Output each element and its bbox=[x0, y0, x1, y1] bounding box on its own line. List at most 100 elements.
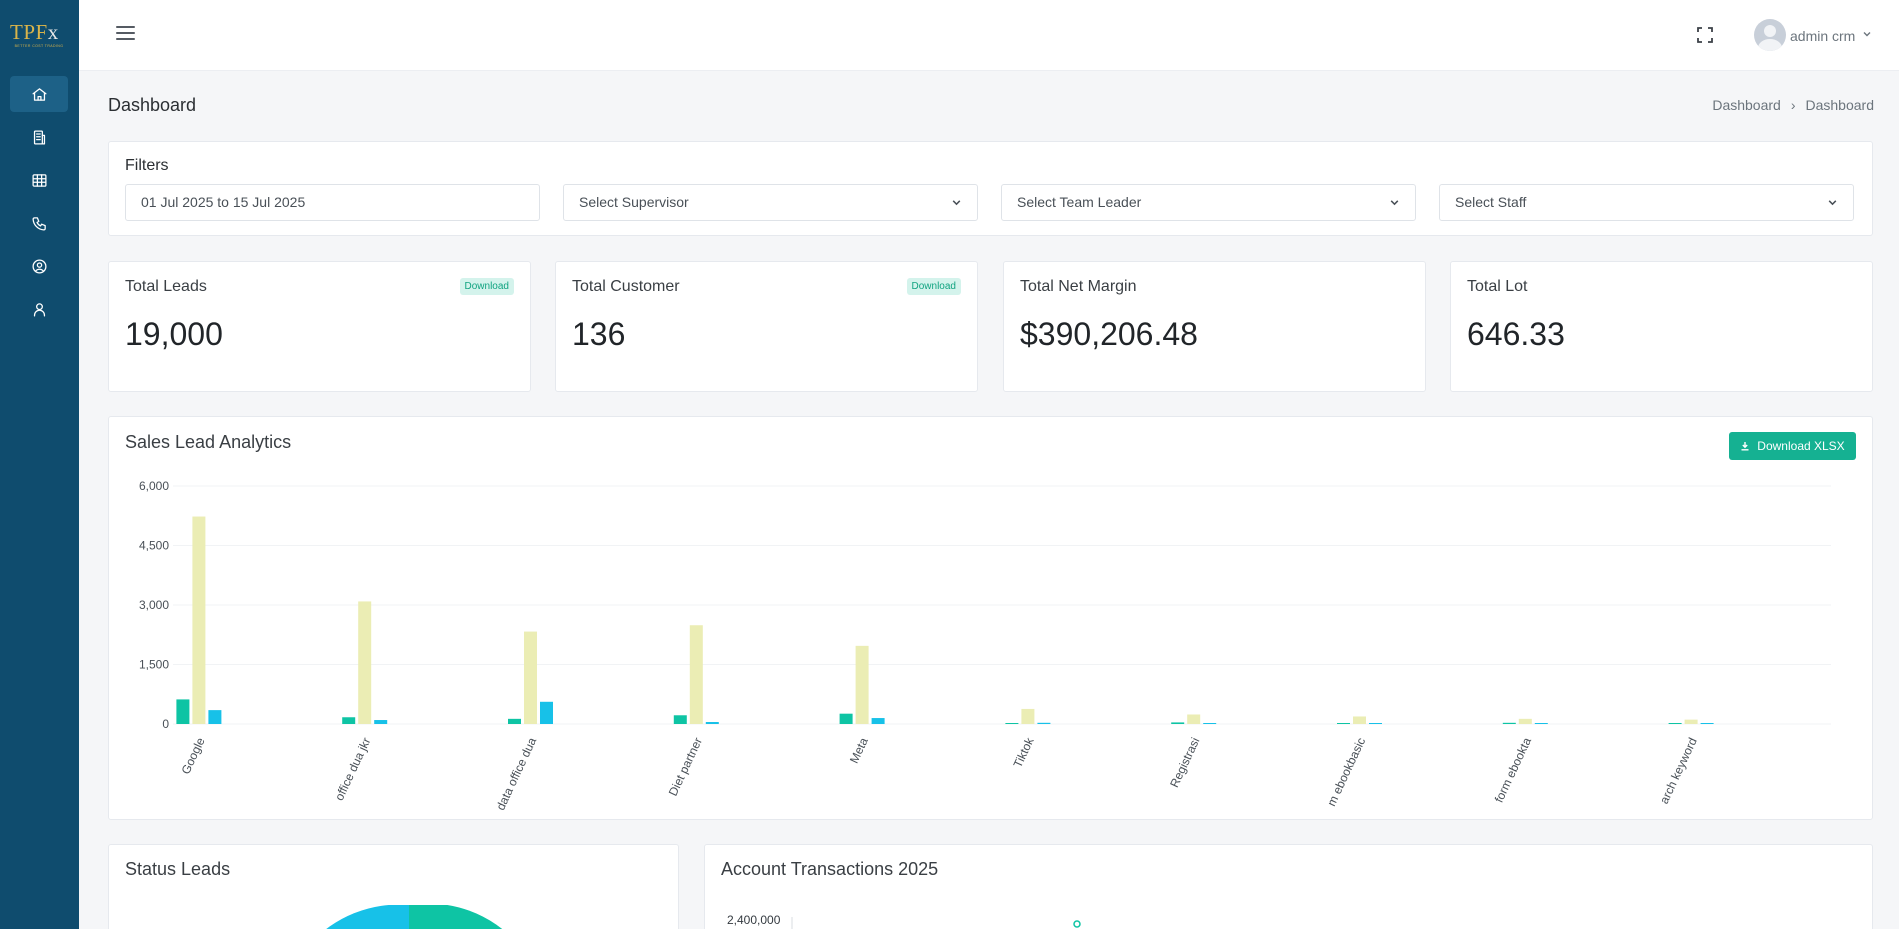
y-tick-label: 3,000 bbox=[139, 598, 169, 612]
bar bbox=[524, 631, 537, 724]
bar bbox=[1534, 723, 1548, 724]
bar bbox=[705, 722, 719, 724]
bar bbox=[1337, 723, 1350, 724]
menu-toggle-icon[interactable] bbox=[116, 26, 136, 44]
phone-icon bbox=[31, 216, 46, 231]
chevron-down-icon bbox=[1828, 200, 1837, 206]
supervisor-select[interactable]: Select Supervisor bbox=[563, 184, 978, 221]
sales-lead-chart: 0 1,500 3,000 4,500 6,000 Google office dua jk… bbox=[139, 479, 1831, 812]
download-badge[interactable]: Download bbox=[906, 278, 961, 295]
stat-card-total-leads: Total Leads Download 19,000 bbox=[108, 261, 531, 392]
breadcrumb: Dashboard › Dashboard bbox=[1712, 97, 1874, 113]
bar bbox=[508, 718, 521, 724]
stat-value: 646.33 bbox=[1467, 316, 1565, 352]
x-tick-label: arch keyword bbox=[1657, 735, 1700, 806]
bar bbox=[1700, 723, 1714, 724]
download-badge[interactable]: Download bbox=[459, 278, 514, 295]
user-circle-icon bbox=[31, 258, 47, 274]
x-tick-label: Meta bbox=[847, 735, 871, 765]
x-tick-label: form ebookta bbox=[1492, 735, 1534, 805]
bar bbox=[540, 701, 553, 724]
bar bbox=[855, 645, 869, 724]
bar bbox=[192, 516, 206, 724]
sidebar: TPFx BETTER COST TRADING bbox=[0, 0, 79, 929]
stat-value: $390,206.48 bbox=[1020, 316, 1198, 352]
y-tick-label: 0 bbox=[162, 717, 169, 731]
stat-card-total-lot: Total Lot 646.33 bbox=[1450, 261, 1873, 392]
chevron-down-icon bbox=[1390, 200, 1399, 206]
team-leader-select[interactable]: Select Team Leader bbox=[1001, 184, 1416, 221]
donut-segment-teal bbox=[409, 905, 503, 929]
y-tick-label: 4,500 bbox=[139, 539, 169, 553]
x-tick-label: m ebookbasic bbox=[1324, 735, 1368, 808]
sidebar-item-grid[interactable] bbox=[10, 162, 68, 198]
bar bbox=[1518, 718, 1532, 724]
topbar: admin crm bbox=[79, 0, 1899, 71]
sidebar-item-phone[interactable] bbox=[10, 205, 68, 241]
chevron-down-icon[interactable] bbox=[1862, 29, 1872, 39]
y-tick-label: 1,500 bbox=[139, 658, 169, 672]
account-transactions-card: Account Transactions 2025 2,400,000 bbox=[704, 844, 1873, 929]
home-icon bbox=[31, 87, 47, 101]
sidebar-item-users[interactable] bbox=[10, 291, 68, 327]
bar bbox=[1187, 714, 1201, 724]
x-tick-label: Diet partner bbox=[666, 735, 705, 798]
avatar[interactable] bbox=[1754, 19, 1786, 51]
bar bbox=[1005, 723, 1019, 724]
sidebar-item-home[interactable] bbox=[10, 76, 68, 112]
chevron-down-icon bbox=[952, 200, 961, 206]
bar bbox=[208, 710, 222, 724]
date-range-input[interactable]: 01 Jul 2025 to 15 Jul 2025 bbox=[125, 184, 540, 221]
stat-title: Total Lot bbox=[1467, 278, 1528, 295]
bar bbox=[374, 720, 388, 724]
stat-card-total-net-margin: Total Net Margin $390,206.48 bbox=[1003, 261, 1426, 392]
bar bbox=[358, 601, 372, 724]
account-transactions-chart bbox=[791, 917, 1081, 929]
bar bbox=[839, 713, 853, 724]
bar bbox=[1369, 723, 1382, 724]
supervisor-select-placeholder: Select Supervisor bbox=[579, 194, 689, 210]
bar bbox=[871, 718, 885, 724]
brand-logo[interactable]: TPFx BETTER COST TRADING bbox=[10, 22, 68, 49]
building-icon bbox=[33, 129, 45, 145]
status-leads-title: Status Leads bbox=[125, 859, 231, 879]
staff-select-placeholder: Select Staff bbox=[1455, 194, 1527, 210]
stat-title: Total Net Margin bbox=[1020, 278, 1137, 295]
bar bbox=[176, 699, 190, 724]
staff-select[interactable]: Select Staff bbox=[1439, 184, 1854, 221]
x-tick-label: office dua jkr bbox=[332, 735, 373, 802]
x-tick-label: Tiktok bbox=[1011, 734, 1037, 769]
sidebar-item-account[interactable] bbox=[10, 248, 68, 284]
team-leader-select-placeholder: Select Team Leader bbox=[1017, 194, 1142, 210]
page-title: Dashboard bbox=[108, 95, 197, 115]
user-icon bbox=[33, 302, 45, 317]
x-tick-label: data office dua bbox=[493, 735, 539, 812]
x-tick-label: Google bbox=[179, 735, 208, 776]
breadcrumb-current: Dashboard bbox=[1805, 97, 1875, 113]
bar bbox=[1502, 722, 1516, 724]
bar bbox=[689, 625, 703, 724]
stat-value: 19,000 bbox=[125, 316, 223, 352]
bar bbox=[1037, 722, 1051, 724]
fullscreen-icon[interactable] bbox=[1697, 27, 1713, 43]
stat-title: Total Leads bbox=[125, 278, 207, 295]
filters-label: Filters bbox=[125, 157, 169, 174]
donut-segment-cyan bbox=[326, 905, 409, 929]
stat-card-total-customer: Total Customer Download 136 bbox=[555, 261, 978, 392]
status-leads-card: Status Leads bbox=[108, 844, 679, 929]
sales-lead-analytics-card: Sales Lead Analytics Download XLSX 0 1,50… bbox=[108, 416, 1873, 820]
bar bbox=[673, 715, 687, 724]
y-tick-label: 6,000 bbox=[139, 479, 169, 493]
x-tick-label: Registrasi bbox=[1167, 735, 1202, 789]
bar bbox=[342, 717, 356, 724]
sidebar-item-building[interactable] bbox=[10, 119, 68, 155]
stat-value: 136 bbox=[572, 316, 626, 352]
user-name[interactable]: admin crm bbox=[1790, 28, 1855, 44]
breadcrumb-link[interactable]: Dashboard bbox=[1712, 97, 1781, 113]
grid-icon bbox=[31, 173, 47, 187]
filters-card: Filters 01 Jul 2025 to 15 Jul 2025 Selec… bbox=[108, 141, 1873, 236]
status-leads-donut bbox=[326, 905, 503, 929]
bar bbox=[1171, 722, 1185, 724]
chevron-right-icon: › bbox=[1790, 97, 1796, 113]
bar bbox=[1203, 723, 1217, 724]
